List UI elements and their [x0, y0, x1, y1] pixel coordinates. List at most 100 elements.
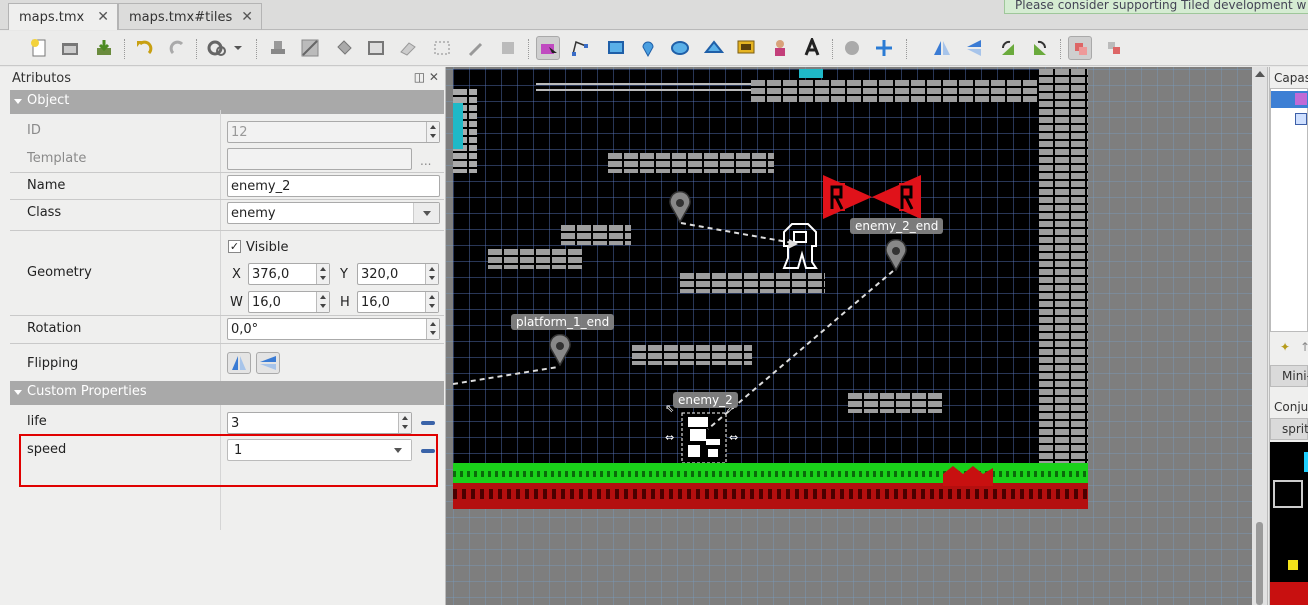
flip-vertical-icon[interactable] [962, 36, 986, 60]
height-input[interactable]: 16,0 [357, 291, 439, 313]
close-tab-icon[interactable]: ✕ [97, 9, 109, 25]
open-file-icon[interactable] [58, 36, 82, 60]
group-title: Custom Properties [27, 384, 147, 399]
scroll-thumb[interactable] [1256, 522, 1263, 605]
map-vertical-scrollbar[interactable] [1252, 67, 1268, 605]
platform-1-end-label: platform_1_end [511, 314, 615, 330]
move-icon[interactable] [872, 36, 896, 60]
tab-label: maps.tmx#tiles [129, 10, 233, 25]
tile[interactable] [1304, 452, 1308, 472]
random-mode-icon[interactable] [1102, 36, 1126, 60]
minimap-tab[interactable]: Mini- [1270, 365, 1308, 387]
row-separator [10, 343, 444, 344]
rotate-right-icon[interactable] [1028, 36, 1052, 60]
enemy-2-label: enemy_2 [673, 392, 738, 408]
insert-tile-icon[interactable] [734, 36, 758, 60]
y-label: Y [340, 267, 348, 282]
tile[interactable] [1273, 480, 1303, 508]
row-separator [10, 199, 444, 200]
select-objects-icon[interactable] [536, 36, 560, 60]
insert-template-icon[interactable] [768, 36, 792, 60]
close-tab-icon[interactable]: ✕ [241, 9, 253, 25]
lava-splash-sprite [943, 466, 993, 486]
rotation-input[interactable]: 0,0° [227, 318, 440, 340]
toolbar-separator [196, 39, 198, 59]
tile[interactable] [1270, 582, 1308, 605]
x-input[interactable]: 376,0 [248, 263, 330, 285]
life-input[interactable]: 3 [227, 412, 412, 434]
flip-horizontal-button[interactable] [227, 352, 251, 374]
raise-layer-icon[interactable]: ↑ [1300, 340, 1308, 354]
template-browse-button[interactable]: ... [420, 154, 431, 168]
insert-point-icon[interactable] [636, 36, 660, 60]
redo-icon[interactable] [166, 36, 190, 60]
commands-dropdown-icon[interactable] [204, 36, 244, 60]
template-field [227, 148, 412, 170]
shape-fill-icon[interactable] [364, 36, 388, 60]
stamp-brush-icon[interactable] [266, 36, 290, 60]
flip-vertical-icon [260, 356, 276, 370]
terrain-brush-icon[interactable] [298, 36, 322, 60]
chevron-down-icon[interactable] [413, 203, 439, 223]
class-combobox[interactable]: enemy [227, 202, 440, 224]
rectangle-select-icon[interactable] [430, 36, 454, 60]
tileset-tab[interactable]: sprit [1270, 418, 1308, 440]
layers-list[interactable] [1270, 88, 1308, 332]
rotate-left-icon[interactable] [996, 36, 1020, 60]
select-same-tile-icon[interactable] [496, 36, 520, 60]
name-input[interactable]: enemy_2 [227, 175, 440, 197]
toolbar-separator [1060, 39, 1062, 59]
x-value: 376,0 [252, 267, 290, 282]
map-pin-icon[interactable] [548, 334, 572, 366]
x-spinner[interactable] [316, 264, 329, 284]
insert-rectangle-icon[interactable] [604, 36, 628, 60]
new-layer-icon[interactable]: ✦ [1280, 340, 1290, 354]
rotation-spinner[interactable] [426, 319, 439, 339]
scroll-up-icon[interactable] [1255, 71, 1265, 77]
donation-notice[interactable]: Please consider supporting Tiled develop… [1004, 0, 1308, 14]
w-spinner[interactable] [316, 292, 329, 312]
tab-maps-tmx-tiles[interactable]: maps.tmx#tiles ✕ [118, 3, 262, 30]
y-input[interactable]: 320,0 [357, 263, 439, 285]
remove-life-property-icon[interactable] [421, 421, 435, 425]
world-tool-icon[interactable] [840, 36, 864, 60]
flip-vertical-button[interactable] [256, 352, 280, 374]
undo-icon[interactable] [132, 36, 156, 60]
panel-float-close-icons[interactable]: ◫ ✕ [414, 70, 439, 84]
selected-layer-row[interactable] [1271, 91, 1308, 108]
collapse-arrow-icon [14, 390, 22, 395]
insert-ellipse-icon[interactable] [668, 36, 692, 60]
lava-ground [453, 483, 1088, 509]
life-spinner[interactable] [398, 413, 411, 433]
class-label: Class [27, 205, 62, 220]
object-group-header[interactable]: Object [10, 90, 444, 114]
y-spinner[interactable] [425, 264, 438, 284]
edit-polygons-icon[interactable] [568, 36, 592, 60]
magic-wand-icon[interactable] [464, 36, 488, 60]
map-pin-icon[interactable] [884, 239, 908, 271]
insert-polygon-icon[interactable] [702, 36, 726, 60]
insert-text-icon[interactable] [800, 36, 824, 60]
custom-properties-header[interactable]: Custom Properties [10, 381, 444, 405]
eraser-icon[interactable] [396, 36, 420, 60]
life-label: life [27, 414, 47, 429]
highlight-layer-icon[interactable] [1068, 36, 1092, 60]
save-icon[interactable] [92, 36, 116, 60]
tile-map[interactable]: ⇖ ⇗ ⇔ ⇔ ⇙ ⇘ enemy_2_end platform_1_end e… [453, 69, 1088, 509]
flipping-label: Flipping [27, 356, 79, 371]
h-spinner[interactable] [425, 292, 438, 312]
new-file-icon[interactable] [27, 36, 51, 60]
map-pin-icon[interactable] [668, 191, 692, 223]
flip-horizontal-icon[interactable] [930, 36, 954, 60]
tileset-view[interactable] [1270, 442, 1308, 605]
life-value: 3 [231, 416, 240, 431]
width-input[interactable]: 16,0 [248, 291, 330, 313]
main-toolbar [0, 31, 1308, 66]
tab-maps-tmx[interactable]: maps.tmx ✕ [8, 3, 118, 30]
tile-layer-icon[interactable] [1295, 113, 1307, 125]
w-value: 16,0 [252, 295, 281, 310]
visible-checkbox[interactable]: ✓ [228, 240, 241, 253]
bucket-fill-icon[interactable] [332, 36, 356, 60]
tile[interactable] [1288, 560, 1298, 570]
toolbar-separator [832, 39, 834, 59]
